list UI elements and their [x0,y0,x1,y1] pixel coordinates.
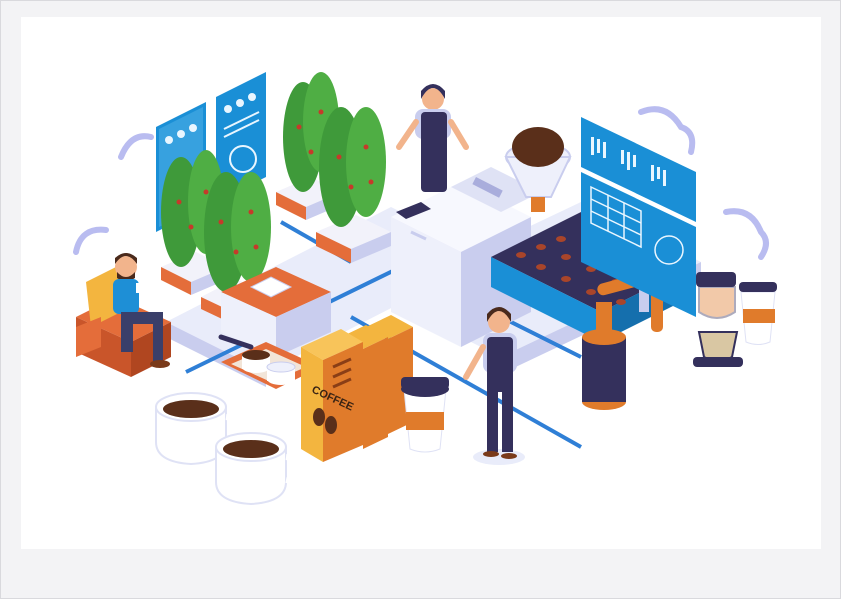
armchair-with-man [76,253,171,377]
coffee-maker [693,272,743,367]
worker-top [396,84,469,192]
illustration-canvas: COFFEE [21,17,821,549]
coffee-cups [155,392,302,506]
image-frame: COFFEE [0,0,841,599]
coffee-production-illustration: COFFEE [73,72,777,506]
